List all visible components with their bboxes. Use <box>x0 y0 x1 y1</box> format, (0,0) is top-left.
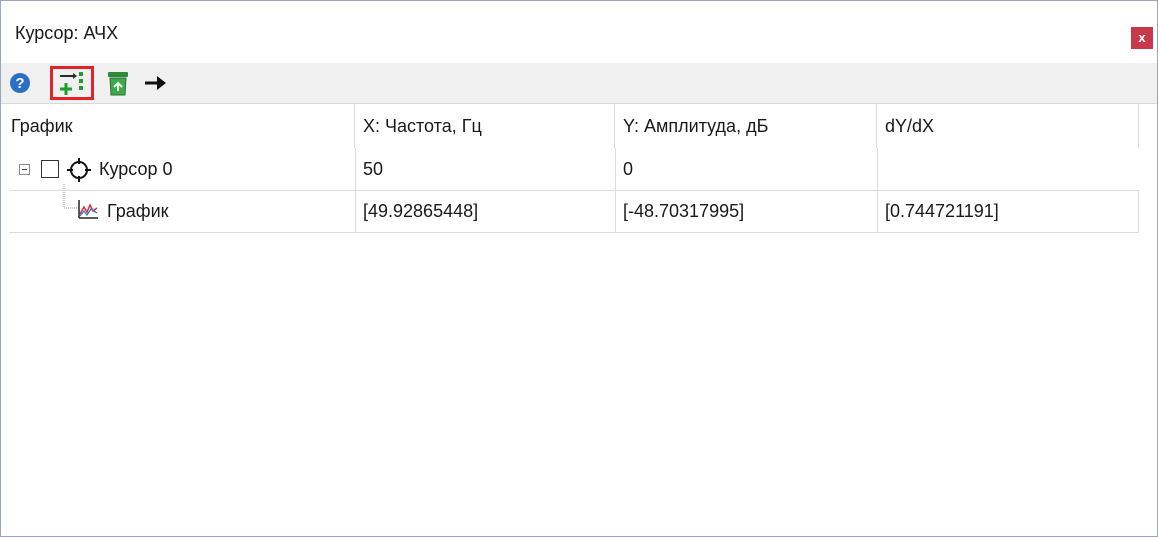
window-title: Курсор: АЧХ <box>15 23 119 43</box>
crosshair-icon <box>67 158 91 182</box>
help-button[interactable]: ? <box>7 67 33 99</box>
column-header-x[interactable]: X: Частота, Гц <box>355 104 615 148</box>
tree-cell-graph: График <box>9 184 355 232</box>
tree-connector <box>63 184 77 209</box>
help-icon: ? <box>10 73 30 93</box>
cursor-x-value: 50 <box>363 159 384 179</box>
column-header-y[interactable]: Y: Амплитуда, дБ <box>615 104 877 148</box>
grid-line <box>9 232 1139 233</box>
next-button[interactable] <box>141 67 169 99</box>
delete-button[interactable] <box>103 67 133 99</box>
graph-dydx-value: [0.744721191] <box>885 201 999 221</box>
add-cursor-button[interactable] <box>50 66 94 100</box>
cursor-dydx-value <box>877 148 1139 190</box>
table-row-graph[interactable]: График [49.92865448] [-48.70317995] [0.7… <box>9 184 1139 232</box>
grid-line <box>9 190 1139 191</box>
tree-cell-cursor: Курсор 0 <box>9 148 355 190</box>
arrow-right-icon <box>145 76 166 90</box>
collapse-icon[interactable] <box>19 164 30 175</box>
graph-label: График <box>107 201 169 221</box>
chart-icon <box>78 200 98 219</box>
add-cursor-icon <box>60 72 83 95</box>
table-header: График X: Частота, Гц Y: Амплитуда, дБ d… <box>9 104 1139 148</box>
cursor-y-value: 0 <box>623 159 634 179</box>
svg-text:?: ? <box>15 75 24 92</box>
toolbar: ? <box>1 63 1157 104</box>
cursor-window: Курсор: АЧХ x ? График X: Частота, Гц Y:… <box>0 0 1158 537</box>
graph-y-value: [-48.70317995] <box>623 201 745 221</box>
close-button[interactable]: x <box>1131 27 1153 49</box>
title-bar: Курсор: АЧХ x <box>1 1 1157 61</box>
graph-x-value: [49.92865448] <box>363 201 479 221</box>
column-header-dydx[interactable]: dY/dX <box>877 104 1139 148</box>
cursor-label: Курсор 0 <box>99 159 173 179</box>
cursor-checkbox[interactable] <box>41 160 59 178</box>
delete-icon <box>108 72 128 96</box>
grid-line <box>1138 190 1139 232</box>
table-row-cursor[interactable]: Курсор 0 50 0 <box>9 148 1139 190</box>
column-header-graph[interactable]: График <box>9 104 355 148</box>
